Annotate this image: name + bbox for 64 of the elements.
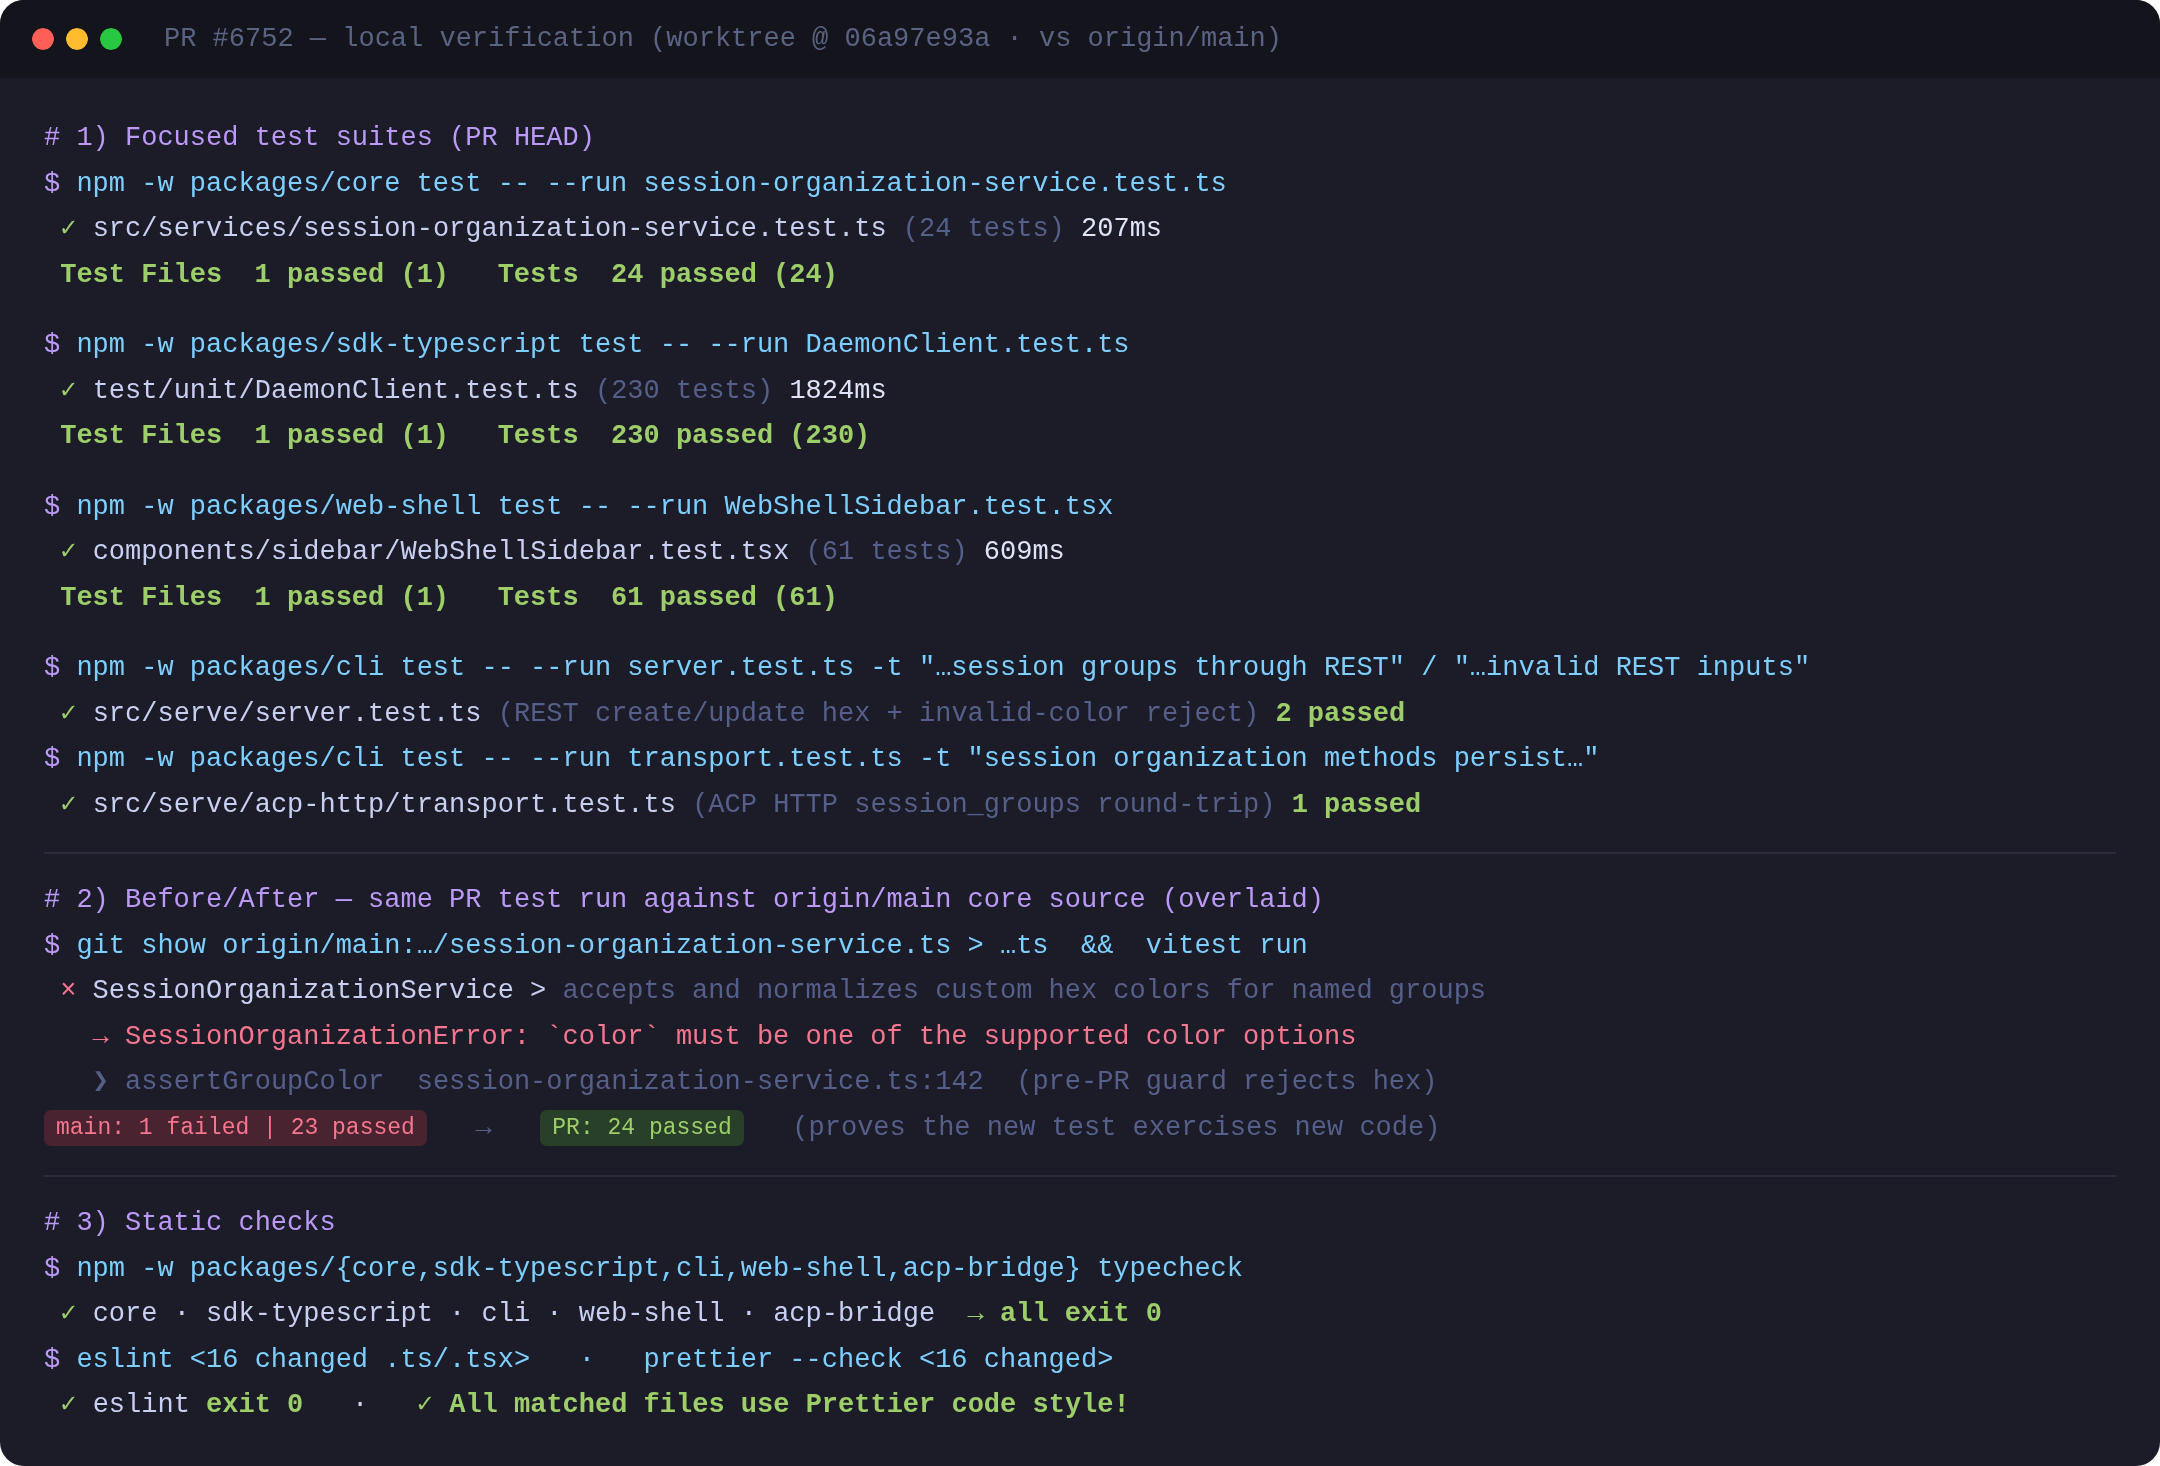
prompt-symbol: $ [44,490,61,524]
pass-summary: All matched files use Prettier code style! [448,1389,1130,1422]
section-heading: # 1) Focused test suites (PR HEAD) [44,122,595,155]
output-text: src/serve/acp-http/transport.test.ts [91,788,676,822]
pass-summary: Test Files 1 passed (1) Tests 61 passed (61) [60,581,838,615]
output-text: test/unit/DaemonClient.test.ts [91,374,579,408]
command-text: eslint <16 changed .ts/.tsx> · prettier --check <16 changed> [75,1343,1114,1377]
check-mark: ✓ [60,1389,77,1422]
command-text: npm -w packages/cli test -- --run transport.test.ts -t "session organization methods persist…" [75,743,1600,776]
note-text: (24 tests) [901,213,1065,246]
note-text: → [474,1111,493,1145]
prompt-symbol: $ [44,1343,61,1377]
pass-summary: 2 passed [1274,697,1406,731]
pass-summary: exit 0 [206,1389,304,1422]
prompt-symbol: $ [44,929,61,963]
prompt-symbol: $ [44,652,61,685]
command-text: git show origin/main:…/session-organization-service.ts > …ts && vitest run [75,929,1308,963]
note-text: (ACP HTTP session_groups round-trip) [691,788,1276,822]
pass-summary: → all exit 0 [967,1298,1163,1331]
output-text: src/serve/server.test.ts [91,697,482,731]
output-text: core · sdk-typescript · cli · web-shell · acp-bridge [91,1298,937,1331]
check-mark: ✓ [60,1298,77,1331]
minimize-button[interactable] [66,28,88,50]
output-text: · [350,1389,370,1422]
duration-text: 207ms [1080,213,1163,246]
window-title: PR #6752 — local verification (worktree @ 06a97e93a · vs origin/main) [164,24,1282,54]
close-button[interactable] [32,28,54,50]
note-text: (proves the new test exercises new code) [791,1111,1441,1145]
output-text: eslint [91,1389,191,1422]
prompt-symbol: $ [44,743,61,776]
check-mark: ✓ [60,536,77,569]
note-text: (REST create/update hex + invalid-color reject) [496,697,1260,731]
command-text: npm -w packages/web-shell test -- --run WebShellSidebar.test.tsx [75,490,1114,524]
pass-summary: 1 passed [1290,788,1422,822]
output-text: components/sidebar/WebShellSidebar.test.tsx [91,536,790,569]
note-text: accepts and normalizes custom hex colors for named groups [561,975,1487,1008]
check-mark: ✓ [60,697,77,731]
status-badge: PR: 24 passed [540,1110,744,1147]
note-text: ❯ assertGroupColor session-organization-service.ts:142 (pre-PR guard rejects hex) [92,1066,1438,1099]
check-mark: ✓ [60,374,77,408]
prompt-symbol: $ [44,167,61,201]
check-mark: ✓ [60,788,77,822]
prompt-symbol: $ [44,1252,61,1286]
output-text: src/services/session-organization-service.test.ts [91,213,887,246]
maximize-button[interactable] [100,28,122,50]
command-text: npm -w packages/{core,sdk-typescript,cli,web-shell,acp-bridge} typecheck [75,1252,1243,1286]
pass-summary: Test Files 1 passed (1) Tests 230 passed (230) [60,420,871,453]
command-text: npm -w packages/sdk-typescript test -- --run DaemonClient.test.ts [75,329,1130,362]
note-text: (61 tests) [804,536,968,569]
command-text: npm -w packages/cli test -- --run server.test.ts -t "…session groups through REST" / "…invalid REST inputs" [75,652,1811,685]
error-message: → SessionOrganizationError: `color` must be one of the supported color options [92,1020,1357,1054]
section-heading: # 2) Before/After — same PR test run against origin/main core source (overlaid) [44,884,1324,917]
cross-mark: × [60,975,77,1008]
pass-summary: Test Files 1 passed (1) Tests 24 passed (24) [60,258,838,292]
note-text: (230 tests) [593,374,774,408]
duration-text: 609ms [982,536,1065,569]
prompt-symbol: $ [44,329,61,362]
output-text: SessionOrganizationService > [91,975,547,1008]
command-text: npm -w packages/core test -- --run session-organization-service.test.ts [75,167,1227,201]
section-heading: # 3) Static checks [44,1207,336,1240]
check-mark: ✓ [60,213,77,246]
check-mark: ✓ [416,1389,433,1422]
duration-text: 1824ms [788,374,887,408]
status-badge: main: 1 failed | 23 passed [44,1110,427,1147]
